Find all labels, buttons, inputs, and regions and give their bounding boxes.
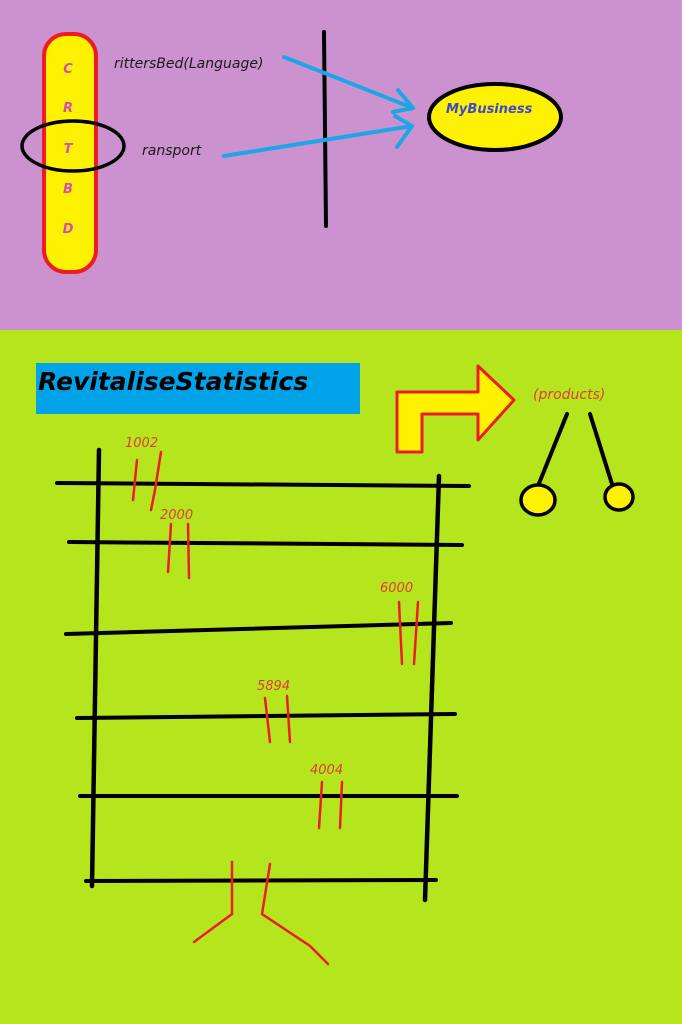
diagram-canvas: C R T B D rittersBed(Language) ransport … [0, 0, 682, 1024]
ladder-rung-1 [55, 481, 471, 488]
value-label-5894: 5894 [257, 679, 291, 694]
value-label-6000: 6000 [380, 581, 414, 596]
divider-line [322, 30, 328, 228]
tick-1002-b [149, 450, 163, 512]
tree-node-right [603, 482, 635, 512]
tick-5894-b [285, 694, 292, 744]
capsule-letter-c: C [63, 62, 73, 77]
tree-node-left [519, 483, 557, 517]
tick-1002-a [131, 458, 139, 502]
capsule-letter-d: D [62, 222, 74, 237]
tick-5894-a [263, 696, 272, 744]
tick-6000-a [397, 600, 404, 666]
products-label: (products) [533, 387, 606, 403]
tick-4004-a [317, 780, 324, 830]
tick-4004-b [338, 780, 344, 830]
value-label-1002: 1002 [125, 436, 159, 451]
business-label: MyBusiness [446, 102, 533, 117]
ladder-left-rail [89, 447, 102, 889]
capsule-letter-r: R [62, 101, 73, 116]
bent-arrow [395, 364, 516, 454]
tick-6000-b [412, 600, 420, 666]
page-title: RevitaliseStatistics [38, 367, 309, 396]
ladder-rung-6 [84, 878, 438, 883]
red-tick-marks [131, 450, 420, 966]
diagram-shapes [20, 30, 635, 966]
ladder-right-rail [422, 473, 442, 903]
value-label-2000: 2000 [160, 508, 194, 523]
language-label: rittersBed(Language) [114, 56, 264, 72]
capsule-letter-t: T [63, 142, 73, 157]
capsule-letter-b: B [63, 182, 73, 197]
arrow-language [282, 55, 415, 114]
transport-label: ransport [142, 143, 202, 159]
tick-2000-a [166, 522, 173, 574]
tree-branch-left [536, 412, 569, 488]
tree-branch-right [588, 412, 614, 486]
ladder-rung-3 [64, 621, 453, 636]
root-line-left [192, 860, 234, 944]
arrow-transport [222, 114, 414, 158]
value-label-4004: 4004 [310, 763, 344, 778]
business-ellipse [427, 82, 563, 152]
ladder-rung-2 [67, 540, 464, 547]
tick-2000-b [186, 522, 191, 580]
